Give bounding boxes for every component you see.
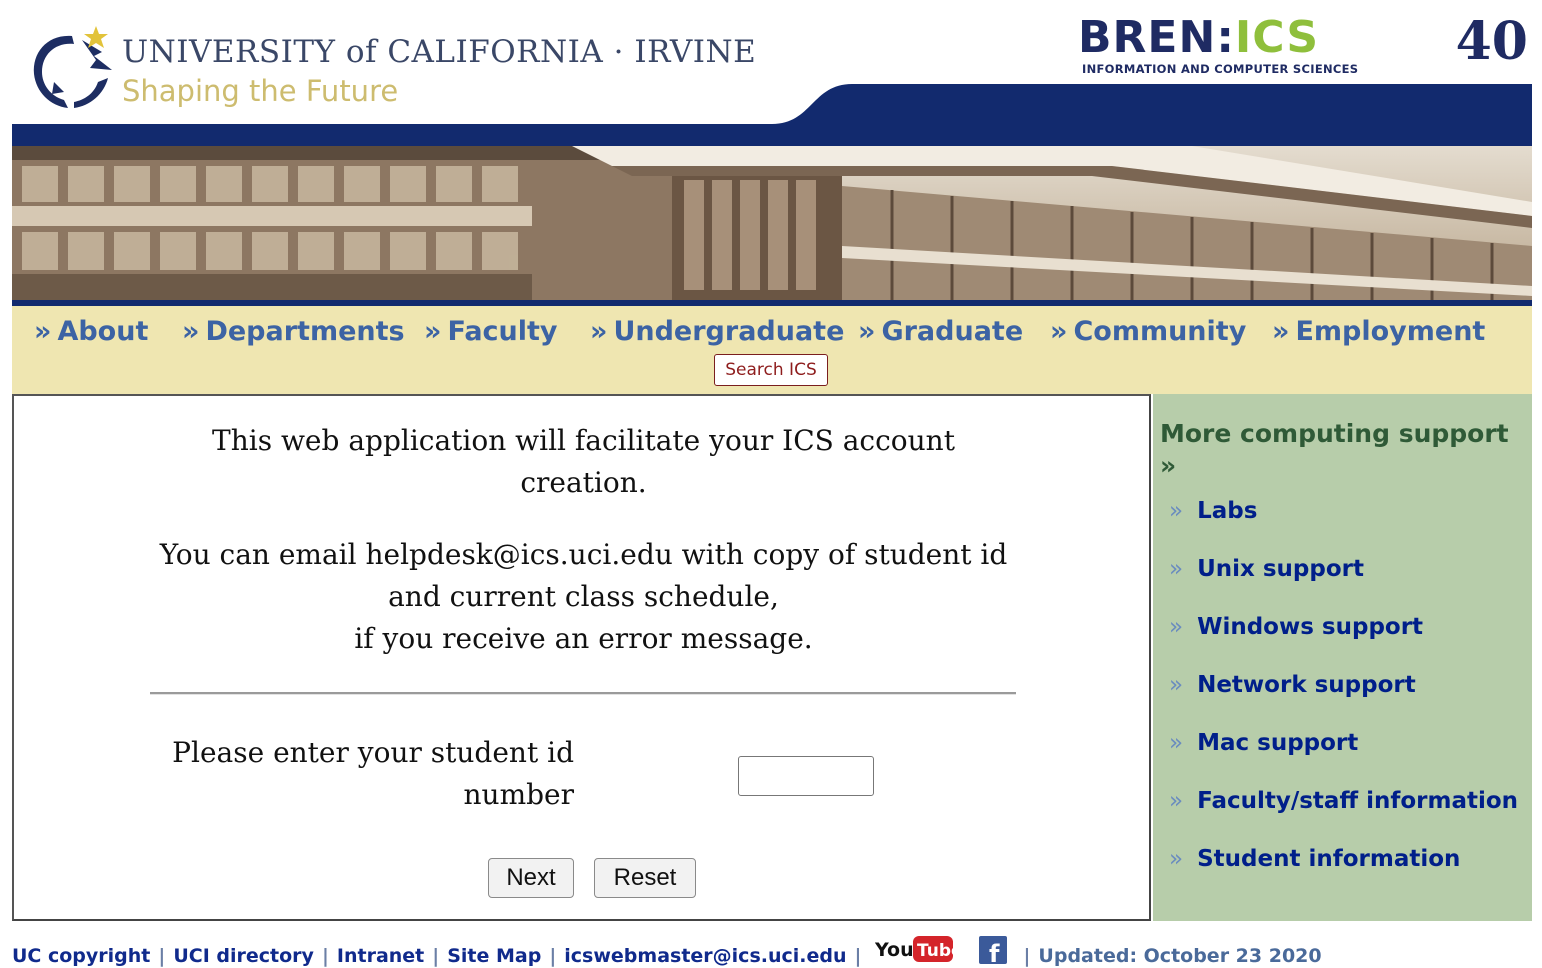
footer-link-uci-directory[interactable]: UCI directory [173, 945, 314, 967]
chevron-right-icon: » [1169, 846, 1184, 872]
youtube-you-text: You [875, 939, 914, 961]
sidebar-title[interactable]: More computing support » [1160, 418, 1530, 482]
nav-about[interactable]: » About [34, 316, 148, 347]
student-id-label: Please enter your student id number [172, 736, 574, 811]
help-text-line1: You can email helpdesk@ics.uci.edu with … [159, 538, 1008, 613]
help-text: You can email helpdesk@ics.uci.edu with … [14, 534, 1153, 660]
chevron-right-icon: » [1169, 672, 1184, 698]
facebook-glyph: f [989, 940, 1000, 964]
footer-link-uc-copyright[interactable]: UC copyright [12, 945, 150, 967]
sidebar-item-mac-support[interactable]: » Mac support [1169, 730, 1358, 756]
sidebar-item-network-support[interactable]: » Network support [1169, 672, 1416, 698]
nav-community[interactable]: » Community [1050, 316, 1246, 347]
chevron-right-icon: » [1169, 730, 1184, 756]
sidebar-item-labs[interactable]: » Labs [1169, 498, 1257, 524]
site-header: UNIVERSITY of CALIFORNIA · IRVINE Shapin… [12, 0, 1532, 146]
anniversary-badge: 40 [1455, 11, 1528, 72]
bren-ics-subtitle: INFORMATION AND COMPUTER SCIENCES [1082, 62, 1359, 76]
nav-departments[interactable]: » Departments [182, 316, 405, 347]
computing-support-sidebar: More computing support » » Labs » Unix sup… [1153, 394, 1532, 921]
footer-link-webmaster-email[interactable]: icswebmaster@ics.uci.edu [564, 945, 846, 967]
section-divider [150, 692, 1016, 695]
footer-link-intranet[interactable]: Intranet [337, 945, 424, 967]
help-text-line2: if you receive an error message. [354, 622, 813, 655]
nav-faculty[interactable]: » Faculty [424, 316, 558, 347]
header-navy-wave [12, 84, 1532, 146]
sidebar-item-faculty-staff-information[interactable]: » Faculty/staff information [1169, 788, 1518, 814]
intro-text: This web application will facilitate you… [212, 424, 955, 499]
reset-button[interactable]: Reset [594, 858, 696, 898]
university-name: UNIVERSITY of CALIFORNIA · IRVINE [122, 34, 757, 70]
search-ics-button[interactable]: Search ICS [714, 354, 828, 386]
youtube-icon[interactable]: You Tube [875, 934, 955, 964]
facebook-icon[interactable]: f [979, 936, 1008, 964]
chevron-right-icon: » [1169, 788, 1184, 814]
sidebar-item-windows-support[interactable]: » Windows support [1169, 614, 1423, 640]
nav-employment[interactable]: » Employment [1272, 316, 1485, 347]
last-updated-text: Updated: October 23 2020 [1038, 945, 1322, 967]
banner-building-photo [12, 146, 1532, 302]
sidebar-item-unix-support[interactable]: » Unix support [1169, 556, 1364, 582]
site-footer: UC copyright | UCI directory | Intranet | Site… [12, 926, 1532, 967]
footer-link-site-map[interactable]: Site Map [447, 945, 541, 967]
sidebar-item-student-information[interactable]: » Student information [1169, 846, 1460, 872]
nav-undergraduate[interactable]: » Undergraduate [590, 316, 844, 347]
main-navigation: » About » Departments » Faculty » Undergradu… [12, 306, 1532, 394]
next-button[interactable]: Next [488, 858, 574, 898]
account-creation-panel: This web application will facilitate you… [12, 394, 1151, 921]
bren-ics-logo[interactable]: BREN:ICS INFORMATION AND COMPUTER SCIENC… [1078, 14, 1532, 80]
student-id-input[interactable] [738, 756, 874, 796]
chevron-right-icon: » [1169, 498, 1184, 524]
nav-graduate[interactable]: » Graduate [858, 316, 1023, 347]
chevron-right-icon: » [1169, 556, 1184, 582]
chevron-right-icon: » [1169, 614, 1184, 640]
youtube-tube-text: Tube [917, 941, 955, 961]
bren-ics-wordmark: BREN:ICS [1078, 12, 1320, 63]
